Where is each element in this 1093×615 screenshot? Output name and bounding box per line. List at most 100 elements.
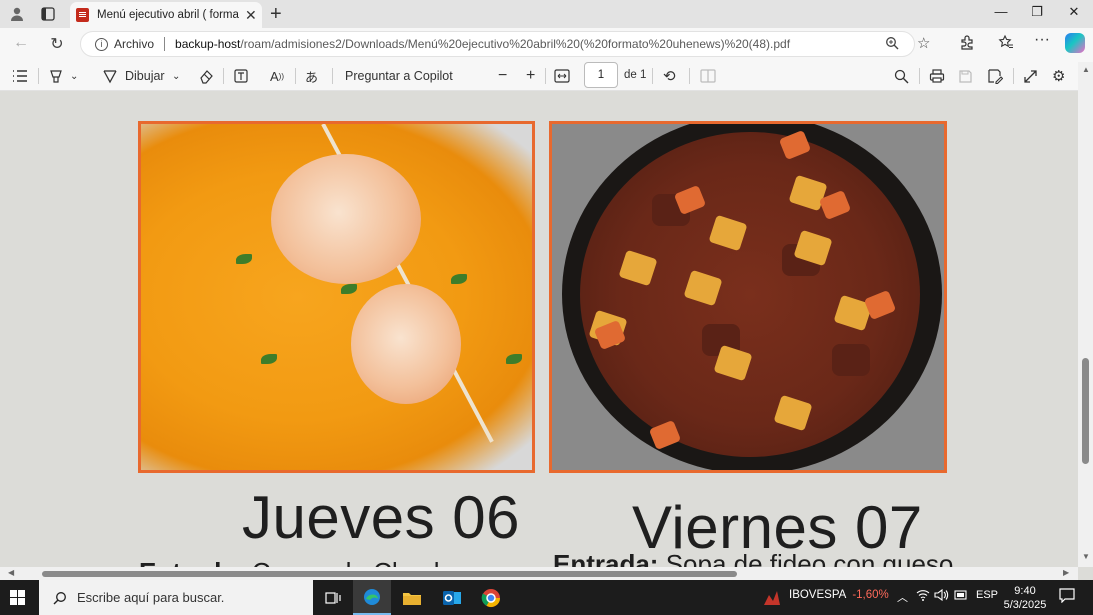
shrimp-graphic	[271, 154, 421, 284]
notifications-icon[interactable]	[1059, 588, 1075, 606]
extensions-icon[interactable]	[956, 34, 978, 54]
scroll-left-icon[interactable]: ◀	[8, 568, 14, 577]
taskbar-search-placeholder: Escribe aquí para buscar.	[77, 590, 225, 605]
entrada-left-text: Crema de Choclo	[252, 557, 454, 567]
highlight-icon[interactable]	[48, 66, 64, 86]
entrada-left: Entrada: Crema de Choclo	[139, 557, 454, 567]
site-info-icon[interactable]: i	[95, 37, 108, 51]
pdf-settings-icon[interactable]: ⚙	[1052, 66, 1065, 86]
tab-close-icon[interactable]: ✕	[245, 7, 257, 24]
toolbar-divider	[38, 68, 39, 84]
toolbar-divider	[223, 68, 224, 84]
new-tab-icon[interactable]: +	[270, 3, 282, 26]
clock-date: 5/3/2025	[1003, 599, 1047, 611]
stock-ticker[interactable]: IBOVESPA -1,60%	[789, 589, 889, 601]
copilot-icon[interactable]	[1065, 33, 1085, 53]
battery-icon[interactable]	[954, 589, 968, 604]
task-view-icon[interactable]	[314, 580, 352, 615]
horizontal-scrollbar[interactable]: ◀ ▶	[0, 567, 1078, 580]
entrada-left-label: Entrada:	[139, 557, 244, 567]
fit-to-width-icon[interactable]	[554, 66, 570, 86]
toolbar-divider	[295, 68, 296, 84]
eraser-icon[interactable]	[198, 66, 214, 86]
find-icon[interactable]	[894, 66, 909, 86]
pdf-icon	[76, 8, 89, 22]
toolbar-divider	[689, 68, 690, 84]
wifi-icon[interactable]	[916, 589, 930, 604]
ticker-name: IBOVESPA	[789, 589, 847, 601]
herb-graphic	[236, 254, 252, 264]
ask-copilot-button[interactable]: Preguntar a Copilot	[345, 66, 453, 86]
read-aloud-icon[interactable]: A))	[270, 66, 284, 86]
translate-icon[interactable]: あ	[305, 66, 318, 86]
close-window-icon[interactable]: ✕	[1061, 4, 1087, 24]
favorites-icon[interactable]	[995, 34, 1017, 54]
pdf-toolbar: ⌄ Dibujar ⌄ A)) あ Preguntar a Copilot − …	[0, 60, 1093, 91]
url-path: /roam/admisiones2/Downloads/Menú%20ejecu…	[240, 37, 791, 51]
address-separator	[164, 37, 166, 51]
tab-active-pdf[interactable]: Menú ejecutivo abril ( formato uh ✕	[70, 2, 262, 28]
language-indicator[interactable]: ESP	[976, 589, 998, 601]
taskbar-clock[interactable]: 9:40 5/3/2025	[1003, 584, 1047, 612]
refresh-icon[interactable]: ↻	[46, 34, 68, 54]
favorite-star-icon[interactable]: ☆	[917, 34, 930, 52]
scroll-up-icon[interactable]: ▲	[1082, 65, 1090, 74]
show-hidden-icons-icon[interactable]: ︿	[897, 589, 908, 605]
zoom-icon[interactable]	[885, 36, 899, 53]
draw-dropdown-icon[interactable]: ⌄	[172, 66, 180, 86]
print-icon[interactable]	[929, 66, 945, 86]
taskbar-search-box[interactable]: Escribe aquí para buscar.	[39, 580, 313, 615]
taskbar-file-explorer-icon[interactable]	[393, 580, 431, 615]
address-bar[interactable]: i Archivo backup-host/roam/admisiones2/D…	[80, 31, 915, 57]
taskbar-edge-icon[interactable]	[353, 580, 391, 615]
back-icon[interactable]: ←	[10, 34, 32, 54]
page-view-icon[interactable]	[700, 66, 716, 86]
herb-graphic	[451, 274, 467, 284]
fullscreen-icon[interactable]	[1023, 66, 1038, 86]
pdf-document-view[interactable]: Jueves 06 Viernes 07 Entrada: Crema de C…	[0, 91, 1078, 567]
volume-icon[interactable]	[934, 588, 949, 604]
text-box-icon[interactable]	[233, 66, 249, 86]
search-icon	[53, 591, 66, 604]
herb-graphic	[506, 354, 522, 364]
tab-title: Menú ejecutivo abril ( formato uh	[97, 9, 239, 21]
zoom-in-icon[interactable]: +	[526, 66, 535, 86]
page-number-input[interactable]: 1	[584, 62, 618, 88]
address-bar-row: ← ↻ i Archivo backup-host/roam/admisione…	[0, 28, 1093, 60]
zoom-out-icon[interactable]: −	[498, 66, 507, 86]
horizontal-scroll-thumb[interactable]	[42, 571, 737, 577]
windows-taskbar: Escribe aquí para buscar. IBOVESPA -1,60%…	[0, 580, 1093, 615]
entrada-right-text: Sopa de fideo con queso	[665, 549, 954, 567]
tab-actions-icon[interactable]	[37, 4, 59, 24]
ticker-change: -1,60%	[852, 589, 889, 601]
draw-button[interactable]: Dibujar	[125, 66, 165, 86]
toolbar-divider	[652, 68, 653, 84]
herb-graphic	[261, 354, 277, 364]
minimize-icon[interactable]: —	[988, 4, 1014, 24]
vertical-scrollbar[interactable]: ▲ ▼	[1078, 62, 1093, 567]
url-host: backup-host	[175, 37, 241, 51]
taskbar-chrome-icon[interactable]	[472, 580, 510, 615]
save-as-icon[interactable]	[987, 66, 1003, 86]
stew-graphic	[580, 132, 920, 457]
taskbar-outlook-icon[interactable]	[433, 580, 471, 615]
windows-start-icon[interactable]	[10, 590, 26, 606]
shrimp-graphic	[351, 284, 461, 404]
more-menu-icon[interactable]: ···	[1031, 31, 1053, 51]
save-icon[interactable]	[958, 66, 973, 86]
rotate-icon[interactable]: ⟲	[663, 66, 676, 86]
scroll-down-icon[interactable]: ▼	[1082, 552, 1090, 561]
restore-icon[interactable]: ❐	[1024, 4, 1050, 24]
highlight-dropdown-icon[interactable]: ⌄	[70, 66, 78, 86]
contents-list-icon[interactable]	[12, 66, 28, 86]
tab-bar: Menú ejecutivo abril ( formato uh ✕ + — …	[0, 0, 1093, 28]
stock-chart-icon[interactable]	[755, 580, 789, 615]
address-scheme-label: Archivo	[114, 37, 155, 51]
meat-graphic	[832, 344, 870, 376]
vertical-scroll-thumb[interactable]	[1082, 358, 1089, 464]
profile-icon[interactable]	[6, 4, 28, 24]
address-url[interactable]: backup-host/roam/admisiones2/Downloads/M…	[175, 37, 790, 51]
stew-photo	[549, 121, 947, 473]
draw-icon[interactable]	[102, 66, 118, 86]
scroll-right-icon[interactable]: ▶	[1063, 568, 1069, 577]
